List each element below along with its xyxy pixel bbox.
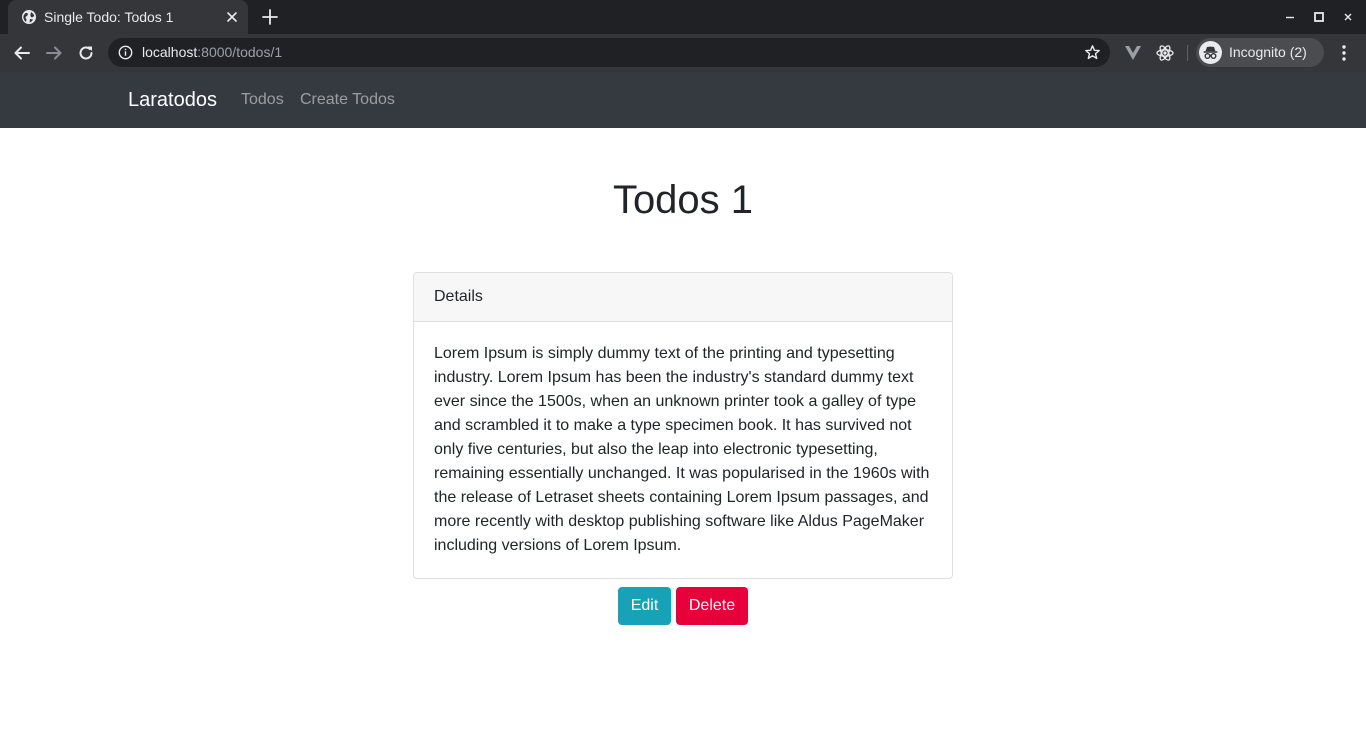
navbar-brand[interactable]: Laratodos bbox=[128, 89, 217, 111]
delete-button[interactable]: Delete bbox=[676, 587, 748, 625]
globe-icon bbox=[22, 10, 36, 24]
nav-link-todos[interactable]: Todos bbox=[241, 91, 284, 109]
browser-tab[interactable]: Single Todo: Todos 1 bbox=[8, 0, 248, 34]
address-bar[interactable]: localhost:8000/todos/1 bbox=[108, 38, 1110, 67]
plus-icon[interactable] bbox=[260, 7, 280, 27]
details-card: Details Lorem Ipsum is simply dummy text… bbox=[413, 272, 953, 579]
tab-title: Single Todo: Todos 1 bbox=[44, 9, 174, 25]
maximize-icon[interactable] bbox=[1311, 9, 1327, 25]
profile-label: Incognito (2) bbox=[1229, 44, 1307, 60]
card-header: Details bbox=[414, 273, 952, 322]
incognito-icon bbox=[1199, 41, 1222, 64]
card-body-text: Lorem Ipsum is simply dummy text of the … bbox=[434, 345, 930, 554]
window-close-icon[interactable] bbox=[1340, 9, 1356, 25]
close-icon[interactable] bbox=[224, 9, 240, 25]
info-icon[interactable] bbox=[118, 45, 133, 60]
edit-button[interactable]: Edit bbox=[618, 587, 671, 625]
site-navbar: Laratodos Todos Create Todos bbox=[0, 72, 1366, 128]
toolbar-divider bbox=[1187, 45, 1188, 61]
kebab-menu-icon[interactable] bbox=[1336, 43, 1352, 63]
url-path: :8000/todos/1 bbox=[197, 44, 283, 60]
url-host: localhost bbox=[142, 44, 198, 60]
browser-toolbar: localhost:8000/todos/1 Incognito (2) bbox=[0, 34, 1366, 72]
star-icon[interactable] bbox=[1084, 44, 1101, 61]
browser-tab-strip: Single Todo: Todos 1 bbox=[0, 0, 1366, 34]
url-text[interactable]: localhost:8000/todos/1 bbox=[142, 44, 282, 61]
react-devtools-icon[interactable] bbox=[1155, 43, 1175, 63]
forward-arrow-icon[interactable] bbox=[44, 43, 64, 63]
back-arrow-icon[interactable] bbox=[12, 43, 32, 63]
minimize-icon[interactable] bbox=[1282, 9, 1298, 25]
reload-icon[interactable] bbox=[76, 43, 96, 63]
page-title: Todos 1 bbox=[612, 178, 754, 222]
nav-link-create-todos[interactable]: Create Todos bbox=[300, 91, 395, 109]
incognito-profile-button[interactable]: Incognito (2) bbox=[1196, 38, 1324, 67]
vue-devtools-icon[interactable] bbox=[1123, 43, 1143, 63]
